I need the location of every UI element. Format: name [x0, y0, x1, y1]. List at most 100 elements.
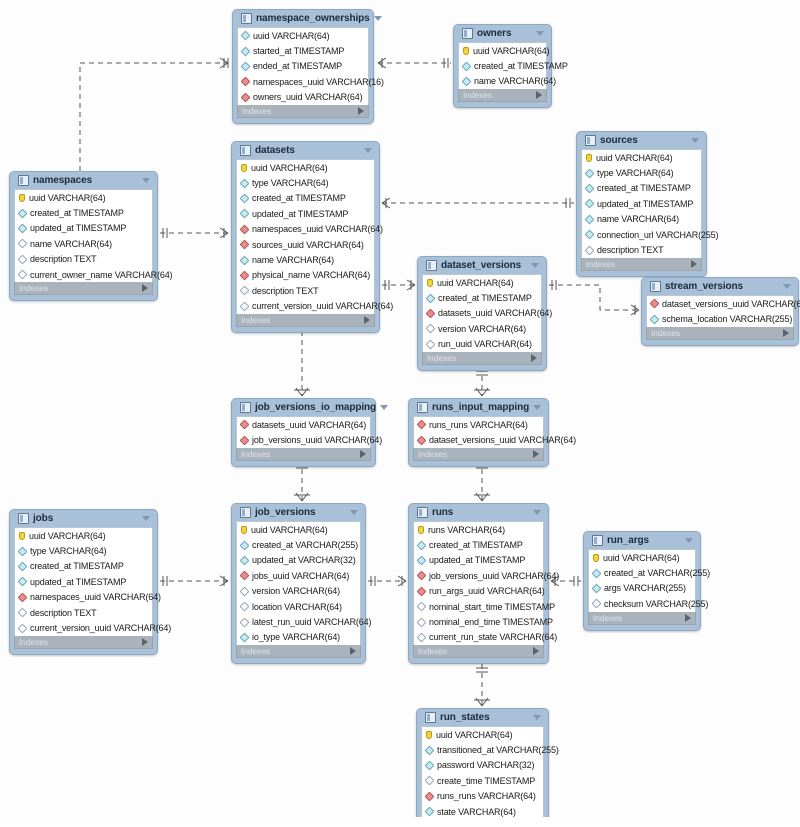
- column-row[interactable]: namespaces_uuid VARCHAR(64): [15, 590, 161, 605]
- table-runs_input_mapping[interactable]: runs_input_mapping runs_runs VARCHAR(64) d…: [408, 398, 576, 467]
- column-row[interactable]: description TEXT: [582, 242, 701, 257]
- table-header-datasets[interactable]: datasets: [236, 142, 375, 159]
- column-row[interactable]: description TEXT: [15, 252, 152, 267]
- table-job_versions[interactable]: job_versions uuid VARCHAR(64) created_at V…: [231, 503, 371, 665]
- column-row[interactable]: datasets_uuid VARCHAR(64): [423, 306, 552, 321]
- expand-indexes-icon[interactable]: [533, 647, 539, 656]
- column-row[interactable]: uuid VARCHAR(64): [422, 727, 543, 742]
- column-row[interactable]: sources_uuid VARCHAR(64): [237, 237, 374, 252]
- expand-indexes-icon[interactable]: [691, 259, 697, 268]
- table-header-namespaces[interactable]: namespaces: [14, 172, 153, 189]
- column-row[interactable]: name VARCHAR(64): [15, 236, 152, 251]
- column-row[interactable]: job_versions_uuid VARCHAR(64): [414, 568, 559, 583]
- table-header-runs_input_mapping[interactable]: runs_input_mapping: [413, 399, 544, 416]
- table-sources[interactable]: sources uuid VARCHAR(64) type VARCHAR(64) c…: [576, 131, 718, 277]
- table-header-runs[interactable]: runs: [413, 504, 544, 521]
- column-row[interactable]: updated_at VARCHAR(32): [237, 553, 360, 568]
- indexes-bar-stream_versions[interactable]: Indexes: [646, 326, 794, 340]
- table-header-stream_versions[interactable]: stream_versions: [646, 278, 794, 295]
- column-row[interactable]: type VARCHAR(64): [15, 543, 152, 558]
- indexes-bar-sources[interactable]: Indexes: [581, 257, 702, 271]
- table-runs[interactable]: runs runs VARCHAR(64) created_at TIMESTAMP…: [408, 503, 559, 665]
- chevron-down-icon[interactable]: [364, 148, 372, 153]
- column-row[interactable]: updated_at TIMESTAMP: [15, 221, 152, 236]
- column-row[interactable]: location VARCHAR(64): [237, 599, 360, 614]
- column-row[interactable]: transitioned_at VARCHAR(255): [422, 742, 559, 757]
- column-row[interactable]: runs_runs VARCHAR(64): [422, 789, 543, 804]
- column-row[interactable]: created_at TIMESTAMP: [237, 191, 374, 206]
- indexes-bar-owners[interactable]: Indexes: [458, 89, 547, 103]
- column-row[interactable]: state VARCHAR(64): [422, 804, 543, 819]
- table-jobs[interactable]: jobs uuid VARCHAR(64) type VARCHAR(64) crea…: [9, 509, 171, 655]
- column-row[interactable]: current_version_uuid VARCHAR(64): [237, 299, 393, 314]
- table-header-namespace_ownerships[interactable]: namespace_ownerships: [237, 10, 382, 27]
- column-row[interactable]: updated_at TIMESTAMP: [582, 196, 701, 211]
- chevron-down-icon[interactable]: [533, 405, 542, 410]
- column-row[interactable]: created_at VARCHAR(255): [589, 565, 710, 580]
- column-row[interactable]: namespaces_uuid VARCHAR(16): [238, 74, 384, 89]
- column-row[interactable]: checksum VARCHAR(255): [589, 596, 708, 611]
- expand-indexes-icon[interactable]: [533, 821, 539, 827]
- table-run_args[interactable]: run_args uuid VARCHAR(64) created_at VARCH…: [583, 531, 710, 631]
- column-row[interactable]: updated_at TIMESTAMP: [237, 206, 374, 221]
- column-row[interactable]: uuid VARCHAR(64): [423, 275, 541, 290]
- table-header-sources[interactable]: sources: [581, 132, 702, 149]
- indexes-bar-run_args[interactable]: Indexes: [588, 611, 696, 625]
- column-row[interactable]: connection_url VARCHAR(255): [582, 227, 718, 242]
- chevron-down-icon[interactable]: [142, 178, 150, 183]
- table-job_versions_io_mapping[interactable]: job_versions_io_mapping datasets_uuid VAR…: [231, 398, 389, 467]
- column-row[interactable]: name VARCHAR(64): [459, 74, 556, 89]
- chevron-down-icon[interactable]: [531, 263, 539, 268]
- chevron-down-icon[interactable]: [691, 138, 699, 143]
- table-run_states[interactable]: run_states uuid VARCHAR(64) transitioned_a…: [416, 708, 559, 827]
- column-row[interactable]: version VARCHAR(64): [423, 321, 541, 336]
- indexes-bar-run_states[interactable]: Indexes: [421, 819, 544, 827]
- column-row[interactable]: current_run_state VARCHAR(64): [414, 630, 557, 645]
- expand-indexes-icon[interactable]: [364, 315, 370, 324]
- column-row[interactable]: started_at TIMESTAMP: [238, 43, 368, 58]
- column-row[interactable]: created_at VARCHAR(255): [237, 537, 360, 552]
- column-row[interactable]: password VARCHAR(32): [422, 758, 543, 773]
- column-row[interactable]: created_at TIMESTAMP: [582, 181, 701, 196]
- column-row[interactable]: version VARCHAR(64): [237, 584, 360, 599]
- indexes-bar-runs_input_mapping[interactable]: Indexes: [413, 447, 544, 461]
- column-row[interactable]: physical_name VARCHAR(64): [237, 268, 374, 283]
- expand-indexes-icon[interactable]: [783, 328, 789, 337]
- column-row[interactable]: created_at TIMESTAMP: [459, 58, 568, 73]
- column-row[interactable]: dataset_versions_uuid VARCHAR(64): [414, 432, 576, 447]
- expand-indexes-icon[interactable]: [350, 647, 356, 656]
- column-row[interactable]: type VARCHAR(64): [237, 175, 374, 190]
- column-row[interactable]: ended_at TIMESTAMP: [238, 59, 368, 74]
- indexes-bar-namespace_ownerships[interactable]: Indexes: [237, 104, 369, 118]
- expand-indexes-icon[interactable]: [533, 449, 539, 458]
- chevron-down-icon[interactable]: [533, 715, 541, 720]
- table-header-job_versions[interactable]: job_versions: [236, 504, 361, 521]
- table-datasets[interactable]: datasets uuid VARCHAR(64) type VARCHAR(64)…: [231, 141, 393, 333]
- chevron-down-icon[interactable]: [350, 510, 358, 515]
- indexes-bar-namespaces[interactable]: Indexes: [14, 282, 153, 296]
- column-row[interactable]: schema_location VARCHAR(255): [647, 311, 793, 326]
- column-row[interactable]: run_args_uuid VARCHAR(64): [414, 584, 545, 599]
- column-row[interactable]: updated_at TIMESTAMP: [414, 553, 543, 568]
- column-row[interactable]: current_version_uuid VARCHAR(64): [15, 620, 171, 635]
- expand-indexes-icon[interactable]: [360, 449, 366, 458]
- expand-indexes-icon[interactable]: [142, 284, 148, 293]
- column-row[interactable]: uuid VARCHAR(64): [582, 150, 701, 165]
- expand-indexes-icon[interactable]: [531, 353, 537, 362]
- table-header-owners[interactable]: owners: [458, 25, 547, 42]
- column-row[interactable]: runs VARCHAR(64): [414, 522, 543, 537]
- column-row[interactable]: runs_runs VARCHAR(64): [414, 417, 543, 432]
- expand-indexes-icon[interactable]: [685, 613, 691, 622]
- chevron-down-icon[interactable]: [685, 538, 693, 543]
- column-row[interactable]: created_at TIMESTAMP: [423, 290, 541, 305]
- column-row[interactable]: uuid VARCHAR(64): [15, 190, 152, 205]
- chevron-down-icon[interactable]: [142, 516, 150, 521]
- chevron-down-icon[interactable]: [783, 284, 791, 289]
- table-stream_versions[interactable]: stream_versions dataset_versions_uuid VAR…: [641, 277, 800, 346]
- column-row[interactable]: created_at TIMESTAMP: [15, 559, 152, 574]
- table-dataset_versions[interactable]: dataset_versions uuid VARCHAR(64) created_…: [417, 256, 552, 371]
- column-row[interactable]: datasets_uuid VARCHAR(64): [237, 417, 370, 432]
- expand-indexes-icon[interactable]: [142, 637, 148, 646]
- column-row[interactable]: name VARCHAR(64): [237, 252, 374, 267]
- column-row[interactable]: uuid VARCHAR(64): [237, 160, 374, 175]
